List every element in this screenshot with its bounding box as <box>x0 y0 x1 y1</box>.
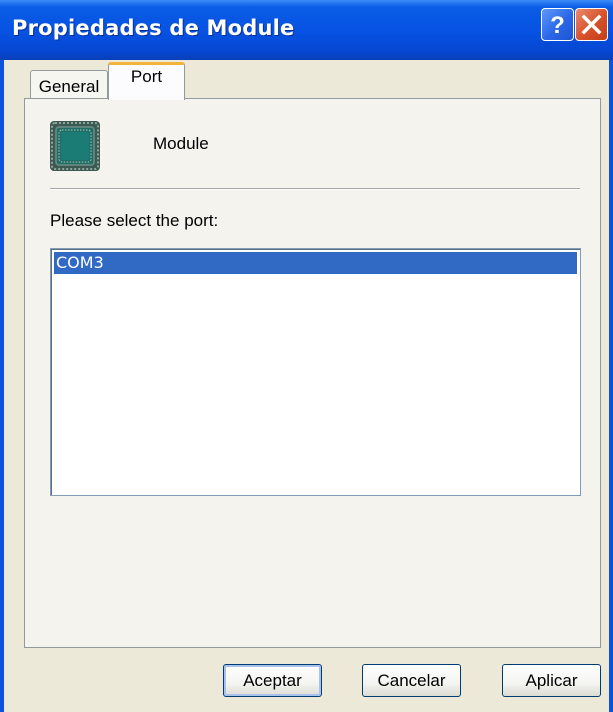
title-bar[interactable]: Propiedades de Module ? <box>0 0 613 60</box>
port-prompt-label: Please select the port: <box>50 211 219 230</box>
tab-port[interactable]: Port <box>108 62 185 100</box>
list-item-com3[interactable]: COM3 <box>54 252 577 274</box>
close-icon <box>581 14 602 35</box>
window-title: Propiedades de Module <box>12 16 295 40</box>
ok-button[interactable]: Aceptar <box>223 664 322 697</box>
help-button[interactable]: ? <box>541 8 574 41</box>
device-name: Module <box>153 134 209 153</box>
svg-text:?: ? <box>550 12 565 39</box>
help-icon: ? <box>550 12 565 39</box>
tab-port-label: Port <box>130 67 163 86</box>
tab-general-label: General <box>38 76 100 96</box>
cancel-button[interactable]: Cancelar <box>362 664 461 697</box>
separator <box>50 188 580 190</box>
port-listbox[interactable]: COM3 <box>50 248 581 496</box>
apply-button[interactable]: Aplicar <box>502 664 601 697</box>
tab-general[interactable]: General <box>30 70 108 98</box>
properties-dialog: Propiedades de Module ? General Port Mod… <box>0 0 613 712</box>
chip-icon <box>50 121 100 171</box>
port-tab-page: Module Please select the port: COM3 <box>24 98 601 648</box>
close-button[interactable] <box>575 8 608 41</box>
